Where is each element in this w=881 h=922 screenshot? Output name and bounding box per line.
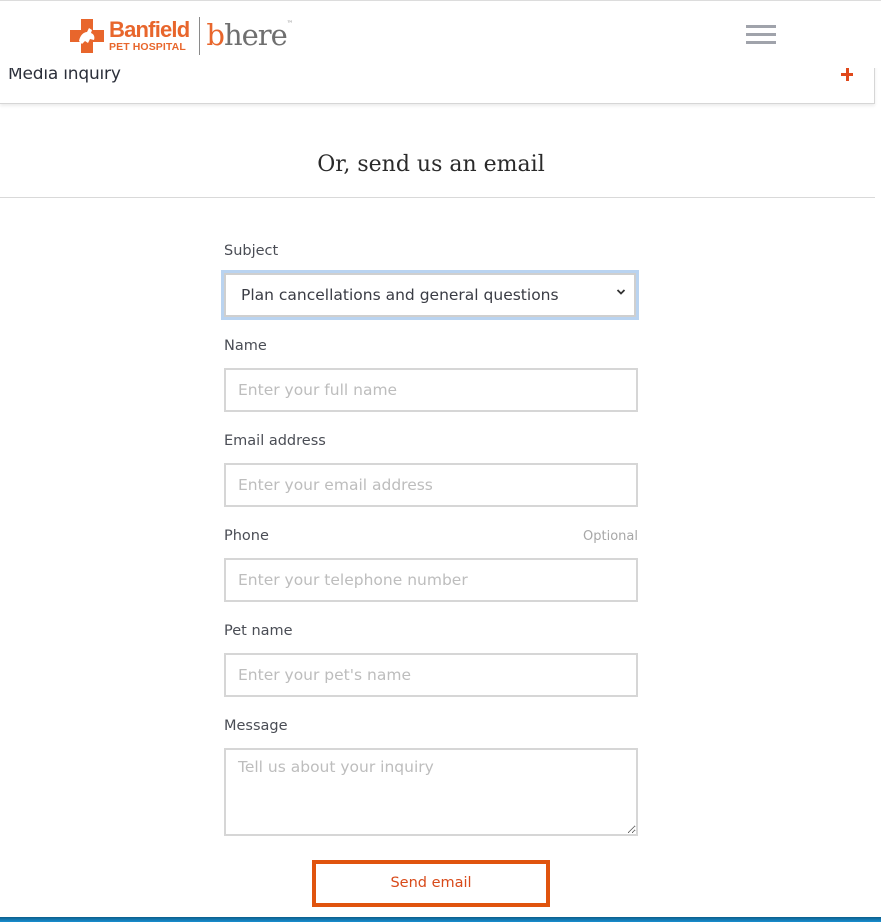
logo-divider: [199, 17, 201, 55]
logo-trademark: ™: [286, 19, 293, 27]
message-label: Message: [224, 718, 288, 734]
pet-name-label: Pet name: [224, 623, 293, 639]
footer-bar: [0, 917, 881, 922]
phone-input[interactable]: [224, 558, 638, 602]
email-label: Email address: [224, 433, 326, 449]
hamburger-icon[interactable]: [746, 25, 776, 44]
name-label: Name: [224, 338, 267, 354]
phone-label: Phone: [224, 528, 269, 544]
logo-subtitle: PET HOSPITAL: [109, 41, 186, 54]
plus-icon[interactable]: [841, 68, 855, 82]
subject-select[interactable]: Plan cancellations and general questions: [221, 270, 639, 320]
logo-bhere-b: b: [206, 17, 225, 52]
logo-bhere: bhere™: [206, 17, 293, 52]
section-divider: [0, 197, 875, 198]
logo[interactable]: Banfield PET HOSPITAL bhere™: [70, 16, 293, 56]
pet-name-input[interactable]: [224, 653, 638, 697]
logo-bhere-rest: here: [223, 17, 288, 52]
chevron-down-icon: [616, 289, 626, 295]
logo-brand: Banfield: [109, 17, 190, 43]
subject-label: Subject: [224, 243, 279, 259]
banfield-cross-icon: [70, 19, 104, 53]
site-header: Banfield PET HOSPITAL bhere™: [0, 1, 881, 68]
send-email-button[interactable]: Send email: [312, 860, 550, 907]
phone-optional-hint: Optional: [583, 529, 638, 544]
message-textarea[interactable]: [224, 748, 638, 836]
section-title: Or, send us an email: [317, 152, 545, 177]
subject-select-value: Plan cancellations and general questions: [241, 286, 559, 304]
name-input[interactable]: [224, 368, 638, 412]
email-input[interactable]: [224, 463, 638, 507]
